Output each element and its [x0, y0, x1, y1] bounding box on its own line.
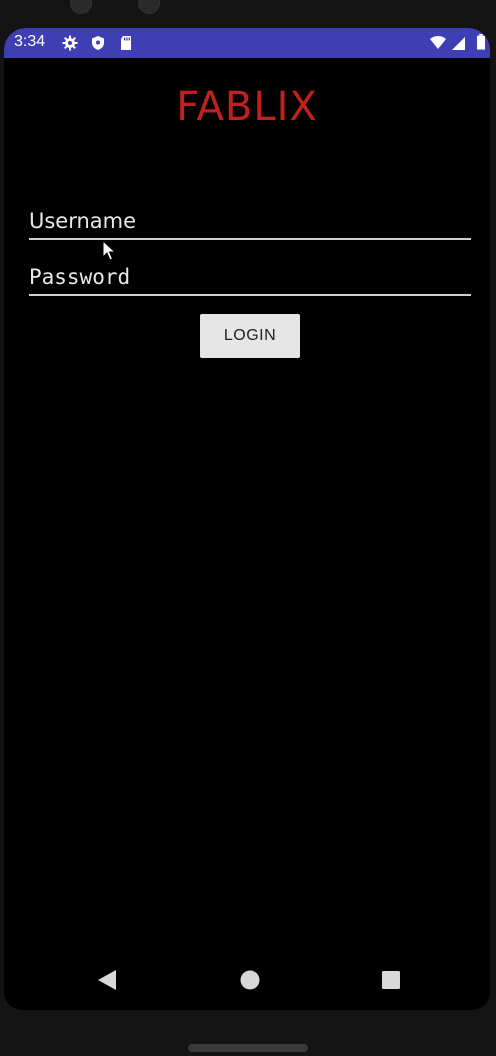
- sd-card-icon: [121, 36, 131, 50]
- mouse-cursor-icon: [102, 240, 116, 261]
- home-indicator: [188, 1044, 308, 1052]
- battery-icon: [477, 34, 485, 50]
- status-time: 3:34: [14, 33, 46, 50]
- device-frame: 3:34 FABLIX Username Password LOGIN: [0, 0, 496, 1056]
- front-camera: [70, 0, 92, 14]
- wifi-icon: [430, 36, 446, 49]
- front-sensor: [138, 0, 160, 14]
- username-field[interactable]: [29, 204, 471, 240]
- shield-icon: [92, 36, 104, 50]
- screen: 3:34 FABLIX Username Password LOGIN: [4, 28, 490, 1010]
- status-bar: 3:34: [4, 28, 490, 58]
- home-icon[interactable]: [240, 970, 260, 990]
- gear-icon: [62, 35, 78, 51]
- app-title: FABLIX: [176, 84, 318, 130]
- password-field[interactable]: [29, 260, 471, 296]
- recents-icon[interactable]: [381, 970, 401, 990]
- login-button[interactable]: LOGIN: [200, 314, 300, 358]
- back-icon[interactable]: [96, 968, 118, 992]
- navigation-bar: [4, 958, 490, 1002]
- signal-icon: [452, 37, 465, 50]
